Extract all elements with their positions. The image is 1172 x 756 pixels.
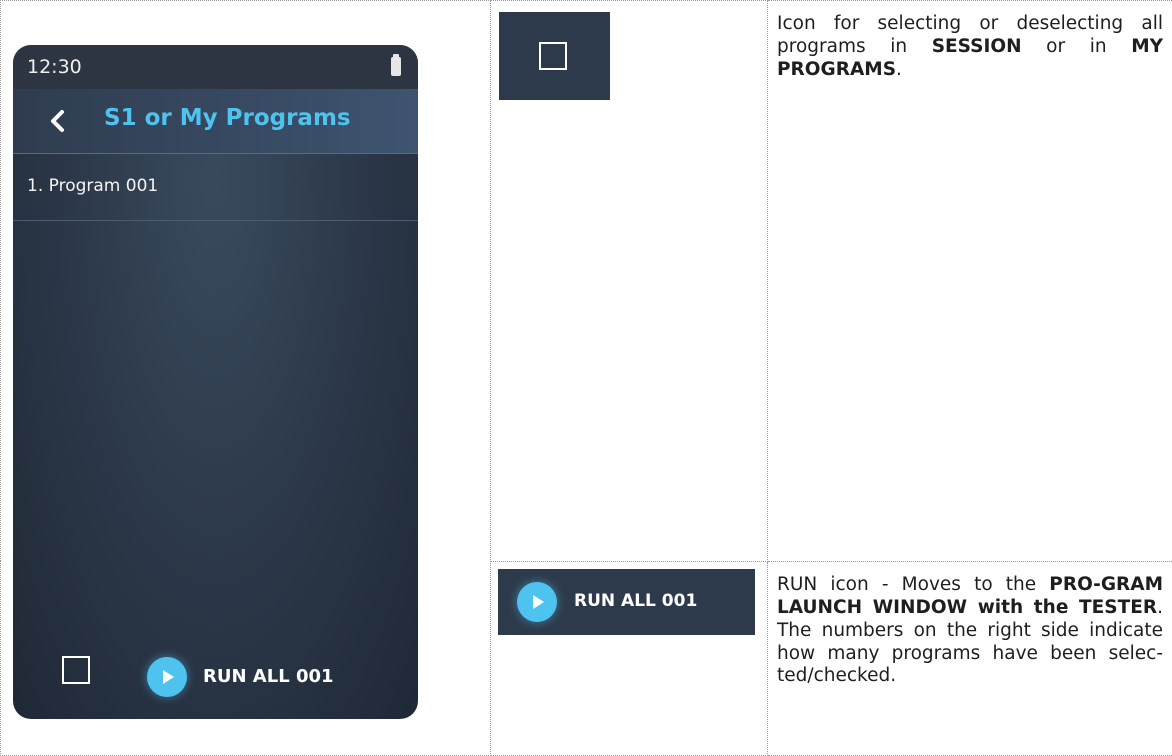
phone-footer: RUN ALL 001 [13,635,418,719]
select-all-checkbox-icon [539,42,567,70]
program-label: 1. Program 001 [27,176,159,196]
instruction-table: 12:30 S1 or My Programs 1. Program 001 R… [0,0,1172,756]
select-all-checkbox[interactable] [62,656,90,684]
description-cell-run: RUN icon - Moves to the PRO-GRAM LAUNCH … [767,560,1172,756]
select-all-sample [499,12,610,100]
play-icon [517,582,557,622]
desc-text: . [896,58,902,80]
select-description: Icon for selecting or deselecting all pr… [777,13,1163,82]
desc-text: or in [1021,35,1132,57]
icon-cell-select [490,0,768,562]
status-bar: 12:30 [13,45,418,89]
phone-cell: 12:30 S1 or My Programs 1. Program 001 R… [0,0,491,756]
run-description: RUN icon - Moves to the PRO-GRAM LAUNCH … [777,574,1163,689]
run-all-button[interactable]: RUN ALL 001 [203,666,334,687]
list-item[interactable]: 1. Program 001 [13,154,418,221]
battery-icon [391,54,401,76]
run-all-sample: RUN ALL 001 [498,569,755,635]
desc-bold-session: SESSION [931,35,1022,57]
phone-screen: 12:30 S1 or My Programs 1. Program 001 R… [13,45,418,719]
run-all-sample-label: RUN ALL 001 [574,591,698,611]
play-icon[interactable] [147,657,187,697]
description-cell-select: Icon for selecting or deselecting all pr… [767,0,1172,562]
desc-text: RUN icon - Moves to the [777,573,1050,595]
app-header: S1 or My Programs [13,89,418,154]
back-arrow-icon[interactable] [43,106,73,136]
status-time: 12:30 [27,56,82,78]
page-title: S1 or My Programs [104,105,351,131]
